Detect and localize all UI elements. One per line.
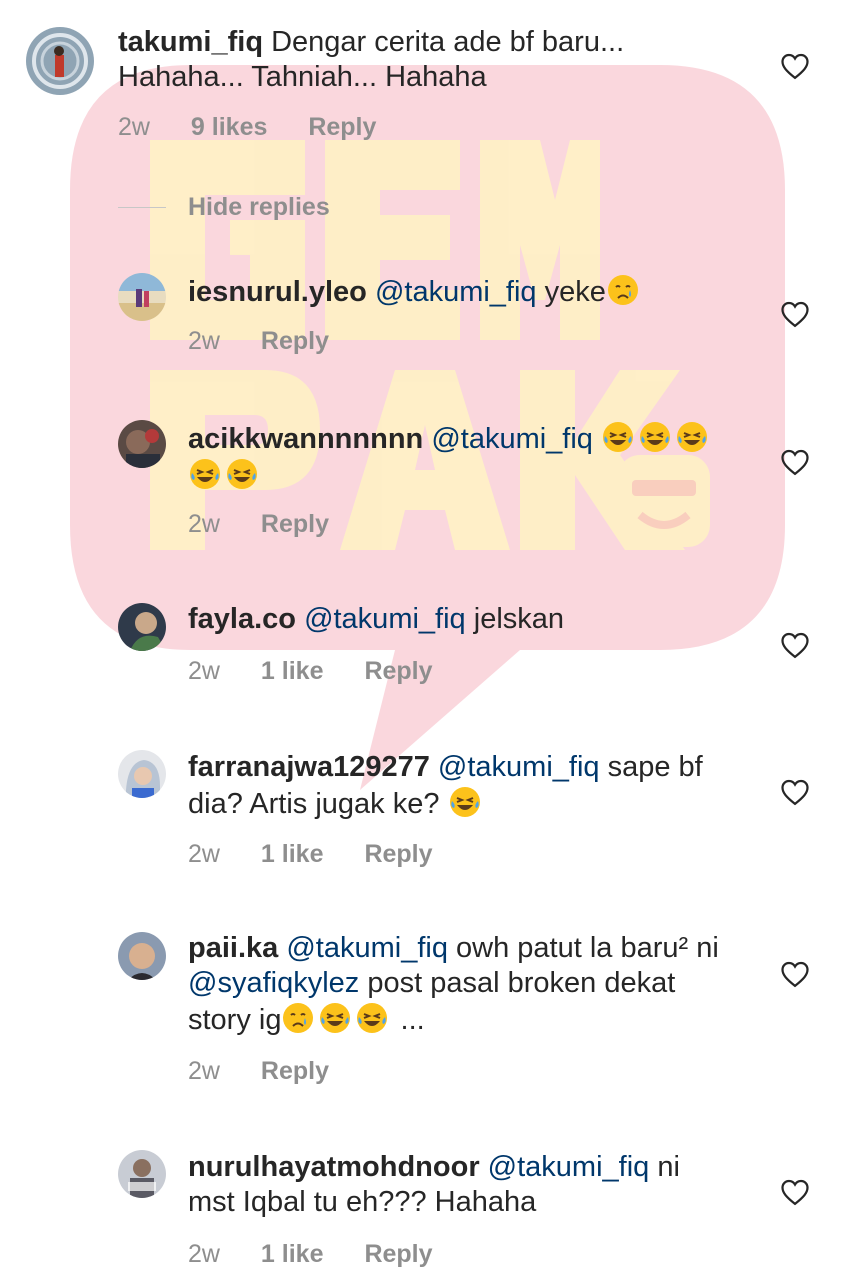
comment-text: iesnurul.yleo @takumi_fiq yeke: [188, 273, 733, 310]
comment-text: acikkwannnnnnn @takumi_fiq: [188, 420, 733, 494]
reply-button[interactable]: Reply: [308, 113, 376, 141]
comment-ellipsis: ...: [400, 1004, 425, 1036]
comment-time: 2w: [188, 840, 220, 868]
reply-button[interactable]: Reply: [364, 840, 432, 868]
comment-meta: 2w Reply: [188, 510, 363, 539]
mention-link[interactable]: @takumi_fiq: [488, 1151, 650, 1183]
comment-time: 2w: [188, 657, 220, 685]
tears-of-joy-icon: [320, 1003, 351, 1033]
avatar[interactable]: [118, 932, 166, 980]
comment-time: 2w: [118, 113, 150, 141]
mention-link[interactable]: @takumi_fiq: [431, 423, 593, 455]
tears-of-joy-icon: [190, 459, 220, 489]
comment-username[interactable]: fayla.co: [188, 603, 296, 635]
comment-time: 2w: [188, 327, 220, 355]
heart-icon[interactable]: [780, 300, 810, 328]
mention-link[interactable]: @takumi_fiq: [286, 932, 448, 964]
tears-of-joy-icon: [640, 422, 671, 452]
comment-time: 2w: [188, 510, 220, 538]
tears-of-joy-icon: [677, 422, 708, 452]
comment-meta: 2w 1 like Reply: [188, 657, 467, 686]
comment-meta: 2w 1 like Reply: [188, 840, 467, 869]
comment-username[interactable]: acikkwannnnnnn: [188, 423, 423, 455]
comment-body: owh patut la baru² ni: [456, 932, 719, 964]
likes-count[interactable]: 1 like: [261, 657, 324, 685]
heart-icon[interactable]: [780, 52, 810, 80]
comment-body: jelskan: [473, 603, 565, 635]
heart-icon[interactable]: [780, 631, 810, 659]
comment-username[interactable]: paii.ka: [188, 932, 278, 964]
crying-face-icon: [283, 1003, 314, 1033]
comment-meta: 2w 1 like Reply: [188, 1240, 467, 1269]
mention-link[interactable]: @takumi_fiq: [375, 276, 537, 308]
comment-time: 2w: [188, 1057, 220, 1085]
likes-count[interactable]: 1 like: [261, 1240, 324, 1268]
comment-text: farranajwa129277 @takumi_fiq sape bf dia…: [188, 750, 733, 822]
tears-of-joy-icon: [357, 1003, 388, 1033]
tears-of-joy-icon: [227, 459, 257, 489]
comment-meta: 2w Reply: [188, 327, 363, 356]
mention-link[interactable]: @takumi_fiq: [304, 603, 466, 635]
avatar[interactable]: [118, 420, 166, 468]
avatar[interactable]: [118, 603, 166, 651]
mention-link[interactable]: @takumi_fiq: [438, 751, 600, 783]
reply-button[interactable]: Reply: [261, 1057, 329, 1085]
heart-icon[interactable]: [780, 1178, 810, 1206]
comment-text: fayla.co @takumi_fiq jelskan: [188, 602, 733, 637]
comment-username[interactable]: takumi_fiq: [118, 26, 263, 58]
comment-username[interactable]: iesnurul.yleo: [188, 276, 367, 308]
comment-username[interactable]: nurulhayatmohdnoor: [188, 1151, 480, 1183]
comment-username[interactable]: farranajwa129277: [188, 751, 430, 783]
likes-count[interactable]: 9 likes: [191, 113, 267, 141]
comment-text: takumi_fiq Dengar cerita ade bf baru... …: [118, 25, 678, 95]
comment-time: 2w: [188, 1240, 220, 1268]
heart-icon[interactable]: [780, 778, 810, 806]
mention-link[interactable]: @syafiqkylez: [188, 967, 359, 999]
heart-icon[interactable]: [780, 448, 810, 476]
tears-of-joy-icon: [603, 422, 634, 452]
hide-replies-button[interactable]: Hide replies: [188, 193, 330, 222]
comment-meta: 2w 9 likes Reply: [118, 113, 410, 142]
avatar[interactable]: [118, 273, 166, 321]
heart-icon[interactable]: [780, 960, 810, 988]
avatar[interactable]: [118, 1150, 166, 1198]
crying-face-icon: [607, 275, 638, 305]
avatar[interactable]: [26, 27, 94, 95]
reply-button[interactable]: Reply: [261, 510, 329, 538]
reply-button[interactable]: Reply: [364, 1240, 432, 1268]
avatar[interactable]: [118, 750, 166, 798]
tears-of-joy-icon: [449, 787, 480, 817]
comment-text: nurulhayatmohdnoor @takumi_fiq ni mst Iq…: [188, 1150, 733, 1220]
hide-replies-line: [118, 207, 166, 208]
comment-body: yeke: [544, 276, 606, 308]
reply-button[interactable]: Reply: [261, 327, 329, 355]
comment-meta: 2w Reply: [188, 1057, 363, 1086]
likes-count[interactable]: 1 like: [261, 840, 324, 868]
reply-button[interactable]: Reply: [364, 657, 432, 685]
comment-text: paii.ka @takumi_fiq owh patut la baru² n…: [188, 931, 733, 1038]
